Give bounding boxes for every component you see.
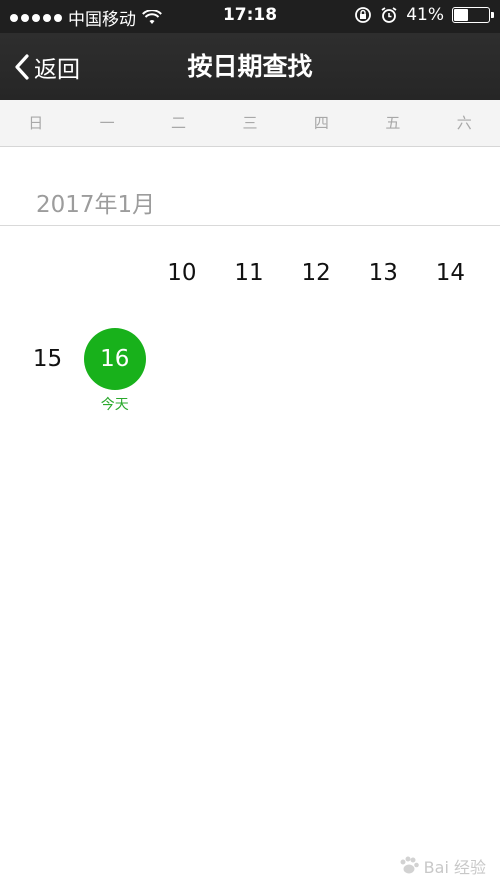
weekday-wed: 三 bbox=[242, 114, 258, 132]
paw-logo-icon bbox=[400, 856, 419, 874]
navigation-bar: 返回 按日期查找 bbox=[0, 33, 500, 100]
day-cell-11[interactable]: 11 bbox=[215, 242, 282, 328]
today-label: 今天 bbox=[100, 397, 129, 413]
weekday-sun: 日 bbox=[28, 114, 44, 132]
rotation-lock-icon bbox=[355, 7, 372, 23]
day-cell-14[interactable]: 14 bbox=[417, 242, 484, 328]
weekday-header: 日 一 二 三 四 五 六 bbox=[0, 100, 500, 147]
battery-icon bbox=[452, 7, 494, 23]
month-divider bbox=[0, 225, 500, 226]
day-cell-15[interactable]: 15 bbox=[14, 328, 81, 414]
day-cell-10[interactable]: 10 bbox=[148, 242, 215, 328]
day-cell-16-today[interactable]: 16 今天 bbox=[81, 328, 148, 414]
alarm-icon bbox=[381, 7, 397, 23]
watermark-text: Bai 经验 bbox=[423, 858, 486, 877]
day-cell-empty bbox=[14, 242, 81, 328]
month-title: 2017年1月 bbox=[36, 192, 156, 218]
weekday-sat: 六 bbox=[456, 114, 472, 132]
calendar-day-grid: 10 11 12 13 14 15 16 今天 bbox=[14, 242, 484, 414]
day-cell-12[interactable]: 12 bbox=[283, 242, 350, 328]
battery-percent: 41% bbox=[406, 5, 444, 25]
page-title: 按日期查找 bbox=[187, 52, 313, 81]
watermark: Bai 经验 bbox=[398, 854, 486, 878]
weekday-thu: 四 bbox=[313, 114, 329, 132]
weekday-fri: 五 bbox=[385, 114, 401, 132]
weekday-tue: 二 bbox=[171, 114, 187, 132]
day-cell-13[interactable]: 13 bbox=[350, 242, 417, 328]
status-bar: 中国移动 17:18 41% bbox=[0, 0, 500, 33]
weekday-mon: 一 bbox=[99, 114, 115, 132]
day-cell-empty bbox=[81, 242, 148, 328]
status-right: 41% bbox=[354, 5, 494, 25]
